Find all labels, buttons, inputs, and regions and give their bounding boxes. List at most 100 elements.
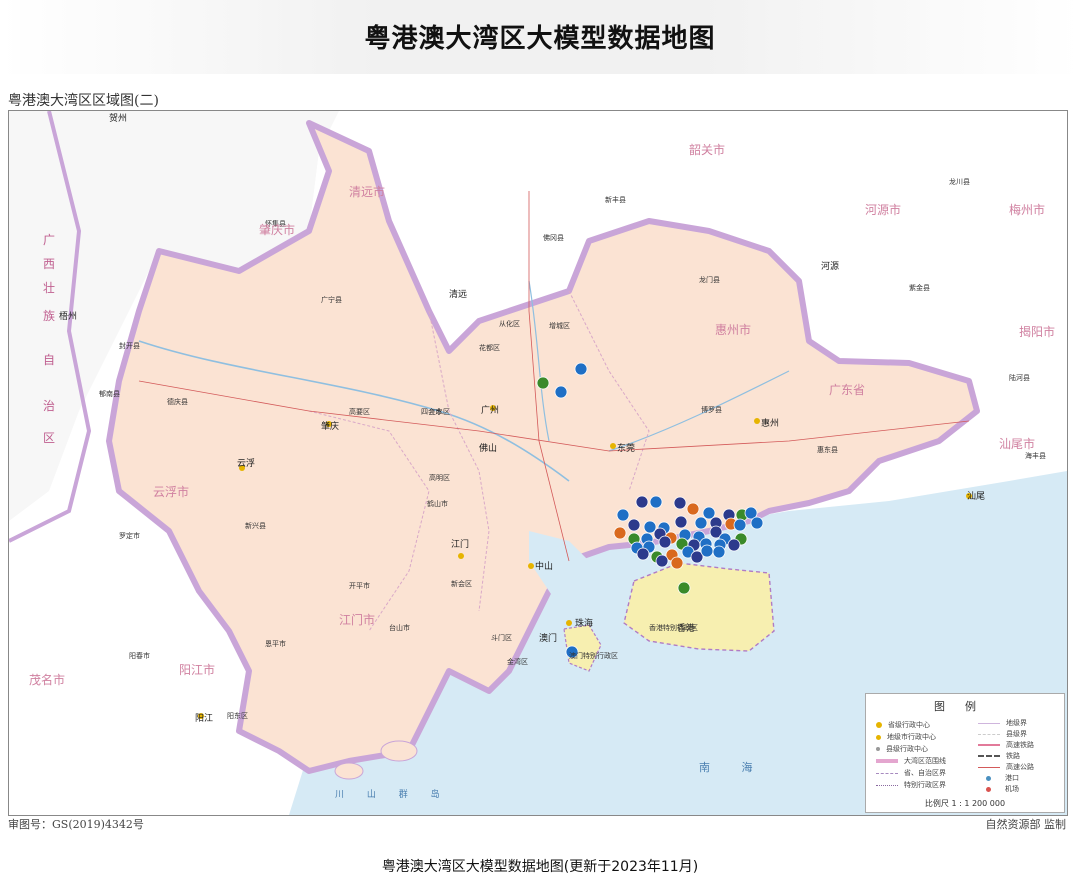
supervisor-note: 自然资源部 监制 bbox=[985, 818, 1067, 831]
model-marker[interactable] bbox=[686, 502, 700, 516]
model-marker[interactable] bbox=[574, 362, 588, 376]
model-marker[interactable] bbox=[670, 556, 684, 570]
legend-scale: 比例尺 1 : 1 200 000 bbox=[924, 799, 1006, 808]
label-longmen: 龙门县 bbox=[699, 276, 720, 284]
label-huidong: 惠东县 bbox=[817, 446, 838, 454]
model-marker[interactable] bbox=[627, 518, 641, 532]
model-marker[interactable] bbox=[658, 535, 672, 549]
label-guangzhou: 广州 bbox=[481, 406, 500, 416]
label-yangdong: 阳东区 bbox=[227, 712, 248, 720]
label-luhe: 陆河县 bbox=[1009, 374, 1030, 382]
label-zengcheng: 增城区 bbox=[549, 322, 570, 330]
hong-kong-sar bbox=[623, 562, 775, 652]
legend-item-prefecture-center: 地级市行政中心 bbox=[876, 732, 936, 742]
model-marker[interactable] bbox=[702, 506, 716, 520]
label-pref-heyuan: 河源市 bbox=[865, 203, 902, 217]
label-fogang: 佛冈县 bbox=[543, 234, 564, 242]
label-yangjiang: 阳江 bbox=[195, 714, 214, 724]
legend-label: 高速铁路 bbox=[1006, 741, 1034, 749]
label-pref-shaoguan: 韶关市 bbox=[689, 143, 726, 157]
legend-item-hsr: 高速铁路 bbox=[978, 740, 1034, 750]
legend-item-county-center: 县级行政中心 bbox=[876, 744, 928, 754]
model-marker[interactable] bbox=[655, 554, 669, 568]
legend-item-sar-border: 特别行政区界 bbox=[876, 780, 946, 790]
model-marker[interactable] bbox=[750, 516, 764, 530]
model-marker[interactable] bbox=[674, 515, 688, 529]
legend-line-icon bbox=[978, 744, 1000, 746]
legend-label: 高速公路 bbox=[1006, 763, 1034, 771]
label-hk-sar: 香港特别行政区 bbox=[649, 624, 698, 632]
label-xinxing: 新兴县 bbox=[245, 522, 266, 530]
model-marker[interactable] bbox=[643, 520, 657, 534]
label-qingyuan: 清远 bbox=[449, 290, 468, 300]
model-marker[interactable] bbox=[677, 581, 691, 595]
map-name: 粤港澳大湾区区域图(二) bbox=[8, 93, 159, 109]
map-caption: 粤港澳大湾区大模型数据地图(更新于2023年11月) bbox=[381, 859, 699, 875]
label-gx-2: 西 bbox=[43, 257, 56, 271]
label-heshan: 鹤山市 bbox=[427, 500, 448, 508]
anchor-icon bbox=[986, 775, 991, 781]
legend-item-port: 港口 bbox=[978, 773, 1019, 783]
label-zhongshan: 中山 bbox=[535, 562, 554, 572]
label-enping: 恩平市 bbox=[265, 640, 286, 648]
legend-item-railway: 铁路 bbox=[978, 751, 1020, 761]
label-gx-7: 区 bbox=[43, 431, 56, 445]
label-taishan: 台山市 bbox=[389, 624, 410, 632]
model-marker[interactable] bbox=[554, 385, 568, 399]
city-dot bbox=[610, 443, 616, 449]
label-dongguan: 东莞 bbox=[617, 444, 636, 454]
label-xinfeng: 新丰县 bbox=[605, 196, 626, 204]
label-gx-4: 族 bbox=[43, 309, 56, 323]
model-marker[interactable] bbox=[616, 508, 630, 522]
legend-line-icon bbox=[978, 733, 1000, 735]
legend-label: 特别行政区界 bbox=[904, 781, 946, 789]
label-fengkai: 封开县 bbox=[119, 342, 140, 350]
label-boluo: 博罗县 bbox=[701, 406, 722, 414]
legend-item-expressway: 高速公路 bbox=[978, 762, 1034, 772]
label-pref-huizhou: 惠州市 bbox=[715, 323, 752, 337]
model-marker[interactable] bbox=[635, 495, 649, 509]
city-dot bbox=[754, 418, 760, 424]
label-pref-meizhou: 梅州市 bbox=[1009, 203, 1046, 217]
label-huadu: 花都区 bbox=[479, 344, 500, 352]
legend-label: 地级市行政中心 bbox=[887, 733, 936, 741]
city-dot bbox=[566, 620, 572, 626]
legend-label: 大湾区范围线 bbox=[904, 757, 946, 765]
legend-label: 县级行政中心 bbox=[886, 745, 928, 753]
map-legend: 图例 省级行政中心 地级市行政中心 县级行政中心 大湾区范围线 省、自治区界 特… bbox=[865, 693, 1065, 813]
legend-label: 港口 bbox=[1005, 774, 1019, 782]
label-gx-6: 治 bbox=[43, 399, 56, 413]
model-marker[interactable] bbox=[536, 376, 550, 390]
label-kaiping: 开平市 bbox=[349, 582, 370, 590]
model-marker[interactable] bbox=[636, 547, 650, 561]
legend-item-airport: 机场 bbox=[978, 784, 1019, 794]
label-gx-5: 自 bbox=[43, 353, 56, 367]
label-doumen: 斗门区 bbox=[491, 634, 512, 642]
model-marker[interactable] bbox=[700, 544, 714, 558]
model-marker[interactable] bbox=[673, 496, 687, 510]
header-banner: 粤港澳大湾区大模型数据地图 bbox=[0, 0, 1080, 74]
model-marker[interactable] bbox=[733, 518, 747, 532]
model-marker[interactable] bbox=[727, 538, 741, 552]
model-marker[interactable] bbox=[649, 495, 663, 509]
label-pref-qingyuan: 清远市 bbox=[349, 185, 386, 199]
label-pref-maoming: 茂名市 bbox=[29, 673, 66, 687]
label-conghua: 从化区 bbox=[499, 320, 520, 328]
map-canvas[interactable]: 广州 佛山 东莞 惠州 江门 中山 珠海 澳门 香港 肇庆 云浮 阳江 清远 河… bbox=[8, 110, 1068, 816]
label-sihui: 四会市 bbox=[421, 408, 442, 416]
city-dot bbox=[528, 563, 534, 569]
legend-line-icon bbox=[876, 759, 898, 763]
model-marker[interactable] bbox=[712, 545, 726, 559]
label-yunfu: 云浮 bbox=[237, 459, 256, 469]
legend-label: 机场 bbox=[1005, 785, 1019, 793]
label-yangchun: 阳春市 bbox=[129, 652, 150, 660]
label-jinwan: 金湾区 bbox=[507, 658, 528, 666]
model-marker[interactable] bbox=[613, 526, 627, 540]
label-huizhou: 惠州 bbox=[761, 419, 780, 429]
label-pref-yunfu: 云浮市 bbox=[153, 485, 190, 499]
label-luoding: 罗定市 bbox=[119, 532, 140, 540]
model-marker[interactable] bbox=[694, 516, 708, 530]
island bbox=[380, 740, 418, 762]
legend-dot-icon bbox=[876, 747, 880, 751]
legend-line-icon bbox=[978, 722, 1000, 724]
